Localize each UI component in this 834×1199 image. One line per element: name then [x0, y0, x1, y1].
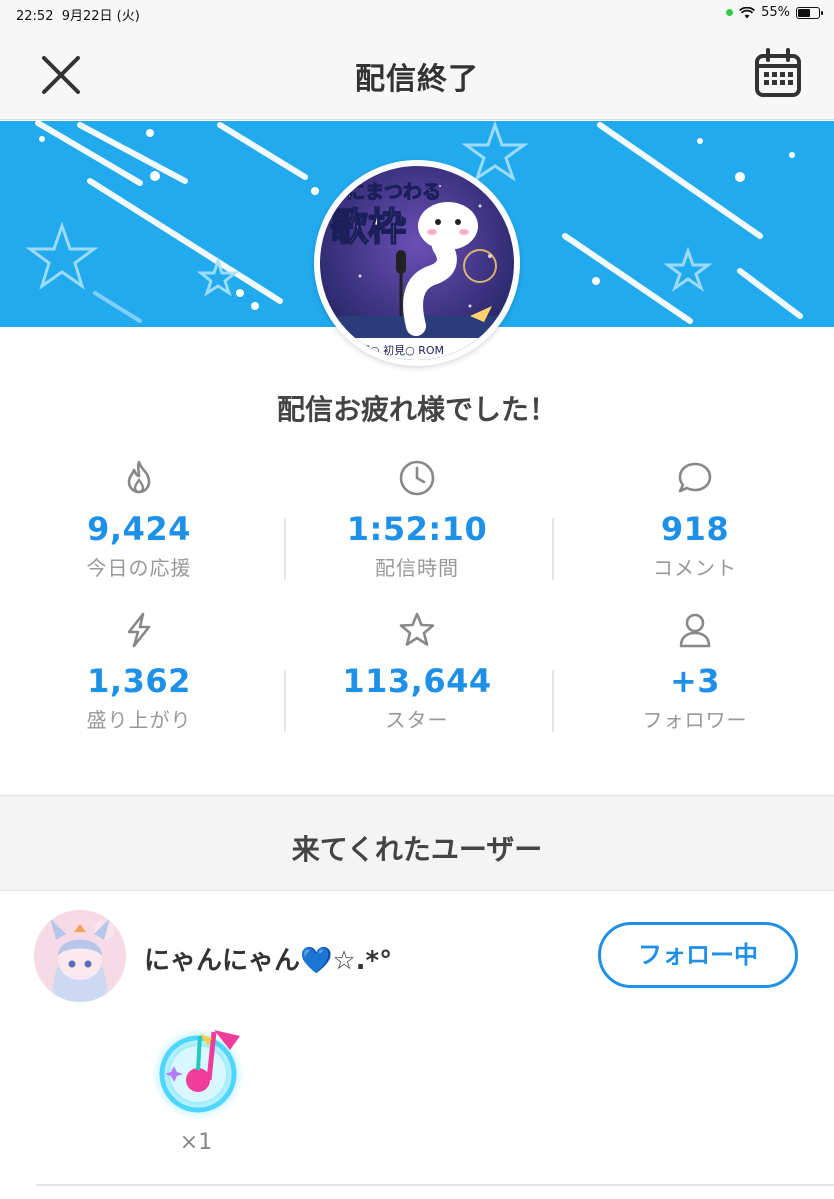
- stats-row-2: 1,362 盛り上がり 113,644 スター +3 フォロワー: [0, 602, 834, 754]
- stat-divider: [552, 670, 554, 732]
- section-title: 来てくれたユーザー: [291, 833, 543, 866]
- stat-excitement: 1,362 盛り上がり: [0, 602, 278, 754]
- calendar-icon[interactable]: [754, 48, 802, 98]
- divider: [36, 1184, 834, 1186]
- stats-grid: 9,424 今日の応援 1:52:10 配信時間 918 コメント 1,362 …: [0, 450, 834, 754]
- status-bar: 22:52 9月22日 (火) 55%: [0, 0, 834, 26]
- stat-label: フォロワー: [642, 708, 748, 732]
- avatar[interactable]: [34, 910, 126, 1002]
- stream-thumbnail: 回収○ 初見○ ROM にまつわる 歌枠: [314, 160, 520, 366]
- stat-label: 今日の応援: [86, 556, 192, 580]
- stat-label: 盛り上がり: [86, 708, 192, 732]
- stat-value: +3: [669, 662, 721, 700]
- stat-value: 9,424: [87, 510, 191, 548]
- gift-count: ×1: [179, 1130, 213, 1155]
- stats-row-1: 9,424 今日の応援 1:52:10 配信時間 918 コメント: [0, 450, 834, 602]
- comment-icon: [678, 462, 712, 493]
- stat-followers: +3 フォロワー: [556, 602, 834, 754]
- lightning-icon: [127, 612, 151, 648]
- music-note-gift-icon: [152, 1028, 244, 1120]
- header: 配信終了: [0, 26, 834, 120]
- stat-divider: [284, 518, 286, 580]
- battery-percent: 55%: [761, 5, 790, 20]
- stat-stars: 113,644 スター: [278, 602, 556, 754]
- clock-icon: [399, 460, 435, 496]
- svg-text:にまつわる: にまつわる: [346, 181, 441, 203]
- status-time: 22:52 9月22日 (火): [16, 9, 140, 24]
- page-title: 配信終了: [355, 62, 479, 97]
- status-right: 55%: [726, 5, 823, 20]
- battery-icon: [796, 6, 823, 19]
- person-icon: [679, 613, 711, 648]
- wifi-icon: [739, 6, 756, 18]
- stat-duration: 1:52:10 配信時間: [278, 450, 556, 602]
- visitors-section-header: 来てくれたユーザー: [0, 795, 834, 891]
- svg-text:回収○ 初見○ ROM: 回収○ 初見○ ROM: [348, 343, 444, 357]
- stat-value: 113,644: [342, 662, 492, 700]
- stat-label: 配信時間: [375, 556, 459, 580]
- user-name: にゃんにゃん💙☆.*°: [144, 946, 393, 976]
- thanks-message: 配信お疲れ様でした！: [276, 393, 557, 426]
- stat-comments: 918 コメント: [556, 450, 834, 602]
- camera-indicator-icon: [726, 9, 734, 16]
- flame-icon: [127, 460, 151, 494]
- svg-text:歌枠: 歌枠: [330, 205, 406, 249]
- stat-value: 1,362: [87, 662, 191, 700]
- follow-button[interactable]: フォロー中: [598, 922, 798, 988]
- stat-label: コメント: [653, 556, 737, 580]
- stat-label: スター: [385, 708, 449, 732]
- thumbnail-image: 回収○ 初見○ ROM にまつわる 歌枠: [320, 166, 514, 360]
- stat-divider: [284, 670, 286, 732]
- stat-support: 9,424 今日の応援: [0, 450, 278, 602]
- stat-value: 1:52:10: [346, 510, 488, 548]
- stat-divider: [552, 518, 554, 580]
- list-item: にゃんにゃん💙☆.*° フォロー中: [34, 910, 804, 1002]
- star-icon: [399, 612, 435, 646]
- stat-value: 918: [660, 510, 730, 548]
